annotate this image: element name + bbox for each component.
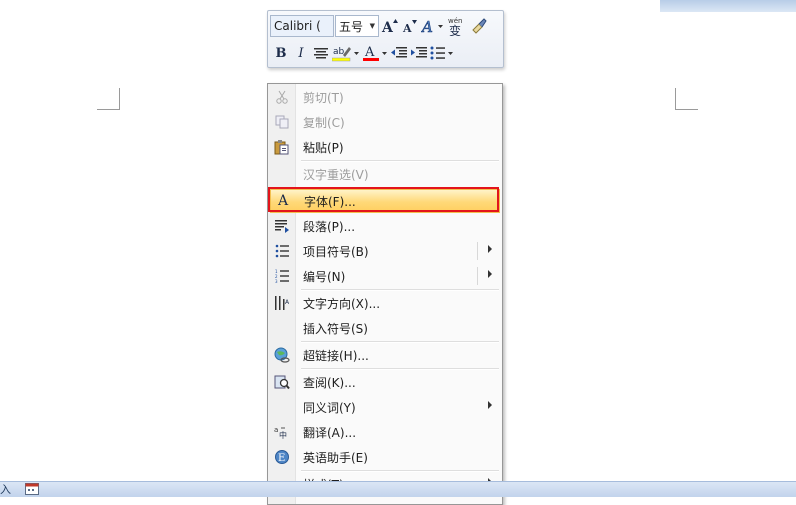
phonetic-guide-icon: wén 变 [448,17,462,36]
decrease-indent-icon [391,47,407,58]
menu-item-research[interactable]: 查阅(K)... [270,370,500,394]
chevron-down-icon: ▼ [369,22,375,30]
shrink-font-button[interactable]: A [401,16,419,36]
menu-item-hyperlink[interactable]: 超链接(H)... [270,343,500,367]
menu-item-copy[interactable]: 复制(C) [270,110,500,134]
menu-item-paste[interactable]: 粘贴(P) [270,135,500,159]
menu-item-insert-symbol[interactable]: 插入符号(S) [270,316,500,340]
menu-item-text-direction[interactable]: A 文字方向(X)... [270,291,500,315]
font-name-dropdown[interactable]: Calibri ( [270,15,334,37]
english-assistant-icon: E [270,445,294,469]
increase-indent-icon [411,47,427,58]
copy-icon [270,110,294,134]
shrink-font-icon: A [402,20,417,35]
menu-item-reconvert[interactable]: 汉字重选(V) [270,162,500,186]
menu-label-insert-symbol: 插入符号(S) [303,321,368,336]
mini-toolbar: Calibri ( 五号 ▼ A A A wén 变 B I ab A [267,10,504,68]
menu-label-font: 字体(F)... [304,194,356,209]
bullets-icon [430,46,453,60]
window-background [660,0,796,12]
svg-text:A: A [381,20,394,35]
menu-item-english-assistant[interactable]: E 英语助手(E) [270,445,500,469]
menu-label-reconvert: 汉字重选(V) [303,167,369,182]
menu-item-numbering[interactable]: 123 编号(N) [270,264,500,288]
svg-text:ab: ab [333,47,345,57]
svg-text:中: 中 [279,430,287,439]
menu-item-paragraph[interactable]: 段落(P)... [270,214,500,238]
submenu-arrow-icon[interactable] [488,270,492,278]
svg-text:A: A [364,45,375,60]
paste-icon [270,135,294,159]
menu-item-cut[interactable]: 剪切(T) [270,85,500,109]
translate-icon: a中 [270,420,294,444]
center-align-icon [314,48,328,59]
phonetic-bian-text: 变 [449,23,461,36]
center-align-button[interactable] [312,43,330,63]
bullets-icon [270,239,294,263]
font-color-icon: A [363,45,387,61]
menu-label-copy: 复制(C) [303,115,345,130]
menu-label-hyperlink: 超链接(H)... [303,348,369,363]
research-icon [270,370,294,394]
svg-text:E: E [278,453,285,464]
menu-item-font[interactable]: A 字体(F)... [270,189,500,213]
menu-label-cut: 剪切(T) [303,90,344,105]
phonetic-guide-button[interactable]: wén 变 [447,16,467,36]
menu-item-synonyms[interactable]: 同义词(Y) [270,395,500,419]
margin-corner-left [97,88,120,110]
svg-text:3: 3 [275,279,278,283]
mini-toolbar-row-2: B I ab A [270,41,454,65]
menu-label-paste: 粘贴(P) [303,140,344,155]
increase-indent-button[interactable] [410,43,428,63]
svg-text:A: A [402,22,412,35]
submenu-divider [477,267,478,285]
font-size-dropdown[interactable]: 五号 ▼ [335,15,379,37]
margin-corner-right [675,88,698,110]
bold-button[interactable]: B [272,43,290,63]
font-icon: A [277,193,289,209]
menu-item-bullets[interactable]: 项目符号(B) [270,239,500,263]
grow-font-button[interactable]: A [381,16,399,36]
bold-icon: B [275,45,287,61]
decrease-indent-button[interactable] [390,43,408,63]
menu-label-paragraph: 段落(P)... [303,219,356,234]
italic-button[interactable]: I [292,43,310,63]
text-direction-icon: A [270,291,294,315]
menu-label-numbering: 编号(N) [303,269,346,284]
submenu-divider [477,242,478,260]
menu-label-english-assistant: 英语助手(E) [303,450,368,465]
font-size-value: 五号 [339,19,364,34]
grow-font-icon: A [381,19,398,35]
text-effect-button[interactable]: A [421,16,445,36]
font-color-button[interactable]: A [362,43,388,63]
paragraph-icon [270,214,294,238]
format-painter-icon [472,18,487,34]
highlight-color-icon: ab [332,47,359,62]
submenu-arrow-icon [488,401,492,409]
menu-label-text-direction: 文字方向(X)... [303,296,381,311]
status-insert-mode[interactable]: 入 [0,482,11,497]
bullets-dropdown-button[interactable] [430,43,454,63]
text-effect-icon: A [421,18,443,35]
numbering-icon: 123 [270,264,294,288]
context-menu: 剪切(T) 复制(C) 粘贴(P) 汉字重选(V) A 字体(F)... 段落(… [267,83,503,505]
menu-label-translate: 翻译(A)... [303,425,357,440]
svg-text:a: a [274,426,278,434]
status-bar: 入 [0,481,796,497]
menu-label-research: 查阅(K)... [303,375,356,390]
macro-record-icon[interactable] [25,483,39,495]
submenu-arrow-icon[interactable] [488,245,492,253]
hyperlink-icon [270,343,294,367]
menu-label-synonyms: 同义词(Y) [303,400,356,415]
scissors-icon [270,85,294,109]
mini-toolbar-row-1: Calibri ( 五号 ▼ A A A wén 变 [270,14,487,38]
highlight-color-button[interactable]: ab [332,43,360,63]
italic-icon: I [298,45,304,61]
svg-text:A: A [285,299,290,306]
menu-label-bullets: 项目符号(B) [303,244,369,259]
svg-text:A: A [421,18,433,35]
font-name-value: Calibri ( [274,19,321,33]
menu-item-translate[interactable]: a中 翻译(A)... [270,420,500,444]
format-painter-button[interactable] [469,16,487,36]
